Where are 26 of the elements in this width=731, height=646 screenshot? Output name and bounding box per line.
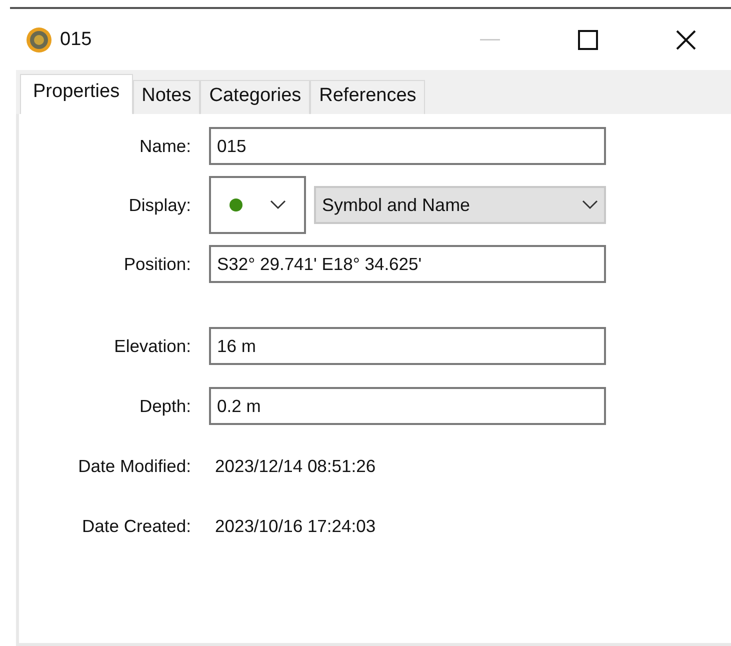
date-value: 2023/12/14 08:51:26	[214, 456, 376, 476]
field-label: Depth:	[138, 396, 191, 416]
caret-icon	[270, 200, 286, 210]
field-label: Date Modified:	[77, 456, 191, 476]
display-dropdown[interactable]: Symbol and Name	[314, 186, 606, 224]
text-field[interactable]: 0.2 m	[209, 387, 606, 425]
field-label: Elevation:	[113, 336, 191, 356]
maximize-icon[interactable]	[578, 30, 598, 50]
symbol-dropdown[interactable]	[209, 176, 306, 234]
tab[interactable]: Properties	[20, 74, 133, 114]
field-label: Display:	[128, 194, 191, 216]
text-field[interactable]: S32° 29.741' E18° 34.625'	[209, 245, 606, 283]
window-title: 015	[60, 28, 93, 50]
tab[interactable]: Categories	[200, 80, 310, 114]
tab[interactable]: Notes	[132, 80, 200, 114]
field-label: Position:	[122, 254, 191, 274]
dot-icon	[228, 198, 243, 212]
close-icon[interactable]	[676, 30, 696, 50]
field-label: Date Created:	[81, 516, 191, 536]
text-field[interactable]: 015	[209, 127, 606, 165]
field-label: Name:	[138, 136, 191, 156]
caret-icon	[582, 200, 598, 210]
text-field[interactable]: 16 m	[209, 327, 606, 365]
app-icon	[26, 26, 52, 52]
tab[interactable]: References	[310, 80, 426, 114]
date-value: 2023/10/16 17:24:03	[214, 516, 376, 536]
